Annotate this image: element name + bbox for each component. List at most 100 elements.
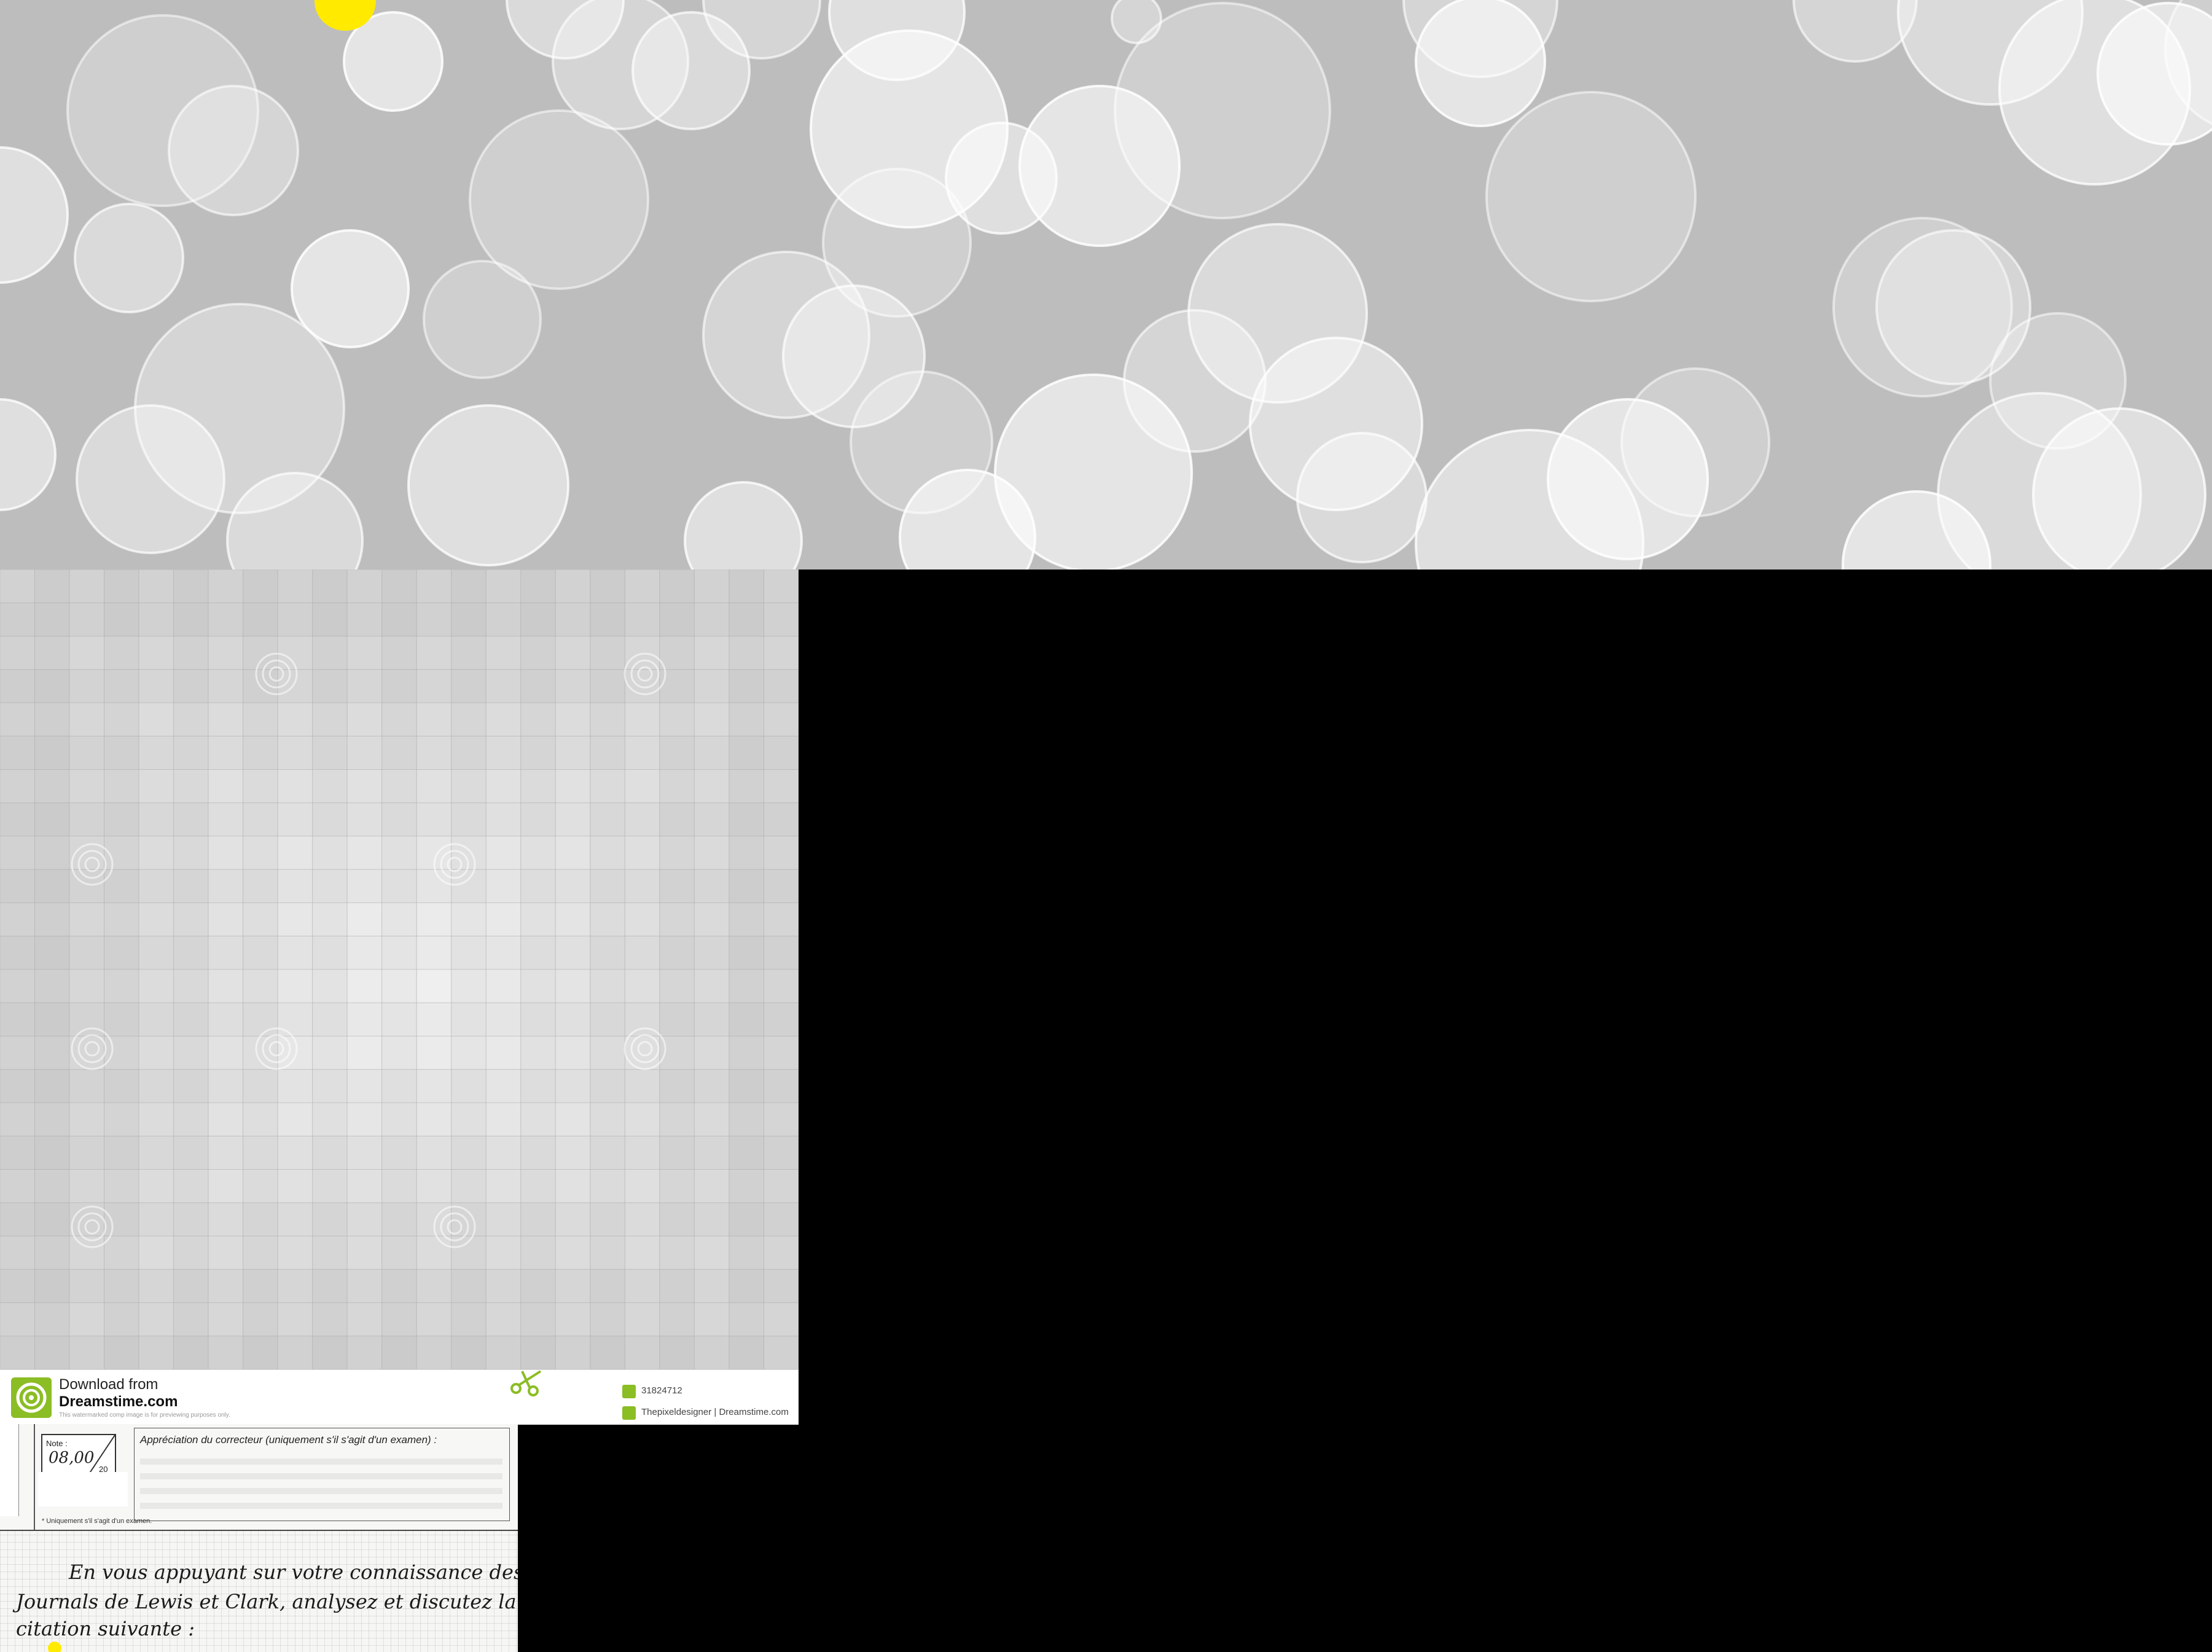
- grid-cell: [485, 570, 522, 603]
- grid-cell: [0, 1169, 35, 1204]
- grid-cell: [485, 802, 522, 837]
- grid-cell: [69, 769, 104, 804]
- grid-cell: [381, 636, 417, 670]
- grid-cell: [346, 636, 383, 670]
- grid-cell: [764, 570, 799, 603]
- grid-cell: [208, 570, 244, 603]
- grid-cell: [104, 1235, 139, 1270]
- grid-cell: [485, 1169, 522, 1204]
- grid-cell: [243, 1002, 278, 1037]
- grid-cell: [590, 1102, 625, 1137]
- grid-cell: [624, 769, 660, 804]
- grid-cell: [0, 769, 35, 804]
- grid-cell: [485, 936, 522, 970]
- grid-cell: [590, 1135, 625, 1170]
- grid-cell: [729, 636, 764, 670]
- grid-cell: [381, 1336, 417, 1369]
- grid-cell: [138, 1235, 174, 1270]
- grid-cell: [451, 1069, 487, 1103]
- grid-cell: [381, 902, 417, 937]
- grid-cell: [590, 570, 625, 603]
- grid-cell: [416, 1269, 452, 1304]
- grid-cell: [764, 869, 799, 904]
- grid-cell: [659, 636, 695, 670]
- grid-cell: [346, 570, 383, 603]
- grid-cell: [312, 570, 348, 603]
- grid-cell: [312, 1202, 348, 1237]
- stock-watermark-footer: Download from Dreamstime.com This waterm…: [0, 1369, 799, 1425]
- grid-cell: [520, 1069, 556, 1103]
- grid-cell: [381, 602, 417, 637]
- bokeh-circle: [1989, 312, 2127, 450]
- grid-cell: [451, 969, 487, 1003]
- grid-cell: [659, 602, 695, 637]
- grid-cell: [624, 869, 660, 904]
- grid-cell: [729, 1036, 764, 1070]
- grid-cell: [451, 1102, 487, 1137]
- grid-cell: [173, 570, 209, 603]
- grid-cell: [555, 1202, 591, 1237]
- grid-cell: [277, 869, 313, 904]
- grid-cell: [243, 902, 278, 937]
- grid-cell: [208, 1235, 244, 1270]
- grid-cell: [520, 702, 556, 737]
- grid-cell: [694, 1069, 730, 1103]
- grid-cell: [277, 769, 313, 804]
- grid-cell: [34, 836, 70, 870]
- grid-cell: [694, 1336, 730, 1369]
- grid-cell: [138, 936, 174, 970]
- grid-cell: [659, 1336, 695, 1369]
- grid-cell: [243, 1269, 278, 1304]
- grid-cell: [173, 902, 209, 937]
- grid-cell: [485, 602, 522, 637]
- grid-cell: [104, 702, 139, 737]
- grid-cell: [104, 1302, 139, 1337]
- bokeh-circle: [1111, 0, 1162, 44]
- grid-cell: [659, 902, 695, 937]
- handwritten-line: En vous appuyant sur votre connaissance …: [69, 1560, 518, 1584]
- grid-cell: [173, 636, 209, 670]
- bokeh-circle: [0, 398, 57, 511]
- grid-cell: [104, 1036, 139, 1070]
- grid-cell: [764, 1002, 799, 1037]
- grid-cell: [520, 636, 556, 670]
- grid-cell: [694, 1135, 730, 1170]
- grid-cell: [346, 735, 383, 770]
- grid-cell: [0, 1302, 35, 1337]
- grid-cell: [590, 1235, 625, 1270]
- grid-cell: [451, 1169, 487, 1204]
- grid-cell: [764, 1336, 799, 1369]
- grid-cell: [555, 702, 591, 737]
- grid-cell: [104, 1002, 139, 1037]
- grid-cell: [555, 1336, 591, 1369]
- grid-cell: [208, 1102, 244, 1137]
- bokeh-circle: [168, 85, 299, 216]
- grid-cell: [277, 1069, 313, 1103]
- grid-cell: [416, 769, 452, 804]
- grid-cell: [346, 836, 383, 870]
- grid-cell: [451, 1336, 487, 1369]
- grid-cell: [138, 836, 174, 870]
- grid-cell: [520, 1269, 556, 1304]
- grid-cell: [624, 570, 660, 603]
- grid-cell: [520, 602, 556, 637]
- grid-cell: [764, 769, 799, 804]
- grid-cell: [346, 902, 383, 937]
- grid-cell: [346, 1069, 383, 1103]
- grid-cell: [520, 669, 556, 703]
- grid-cell: [555, 1169, 591, 1204]
- grid-cell: [485, 735, 522, 770]
- grid-cell: [451, 1302, 487, 1337]
- grid-cell: [694, 769, 730, 804]
- grid-cell: [0, 570, 35, 603]
- grid-cell: [590, 1202, 625, 1237]
- grid-cell: [277, 702, 313, 737]
- grid-cell: [729, 669, 764, 703]
- grid-cell: [346, 669, 383, 703]
- grid-cell: [208, 1002, 244, 1037]
- grid-cell: [69, 1102, 104, 1137]
- grid-cell: [104, 1169, 139, 1204]
- grid-cell: [208, 969, 244, 1003]
- redacted-area: [38, 1472, 128, 1506]
- grid-cell: [312, 602, 348, 637]
